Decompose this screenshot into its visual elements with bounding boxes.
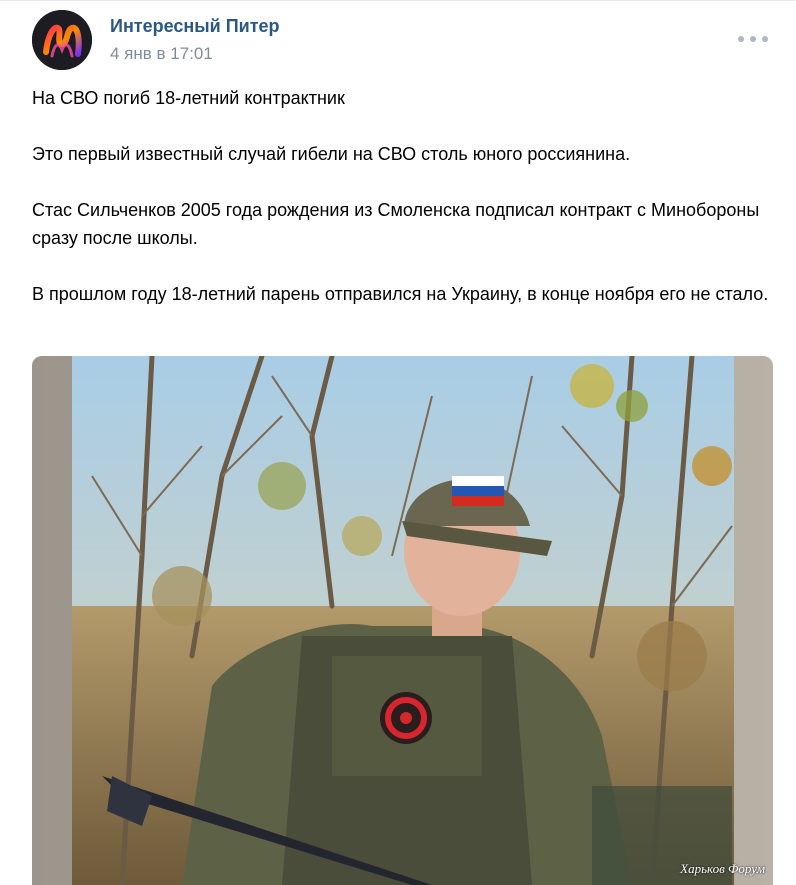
author-name-link[interactable]: Интересный Питер bbox=[110, 16, 280, 37]
post-photo[interactable]: Харьков Форум bbox=[32, 356, 773, 885]
wall-post: Интересный Питер 4 янв в 17:01 На СВО по… bbox=[0, 0, 796, 885]
post-paragraph: Это первый известный случай гибели на СВ… bbox=[32, 144, 631, 164]
photo-watermark: Харьков Форум bbox=[680, 861, 765, 876]
more-horizontal-icon[interactable] bbox=[738, 28, 768, 50]
post-paragraph: На СВО погиб 18-летний контрактник bbox=[32, 88, 345, 108]
soldier-photo-illustration bbox=[32, 356, 773, 885]
post-text: На СВО погиб 18-летний контрактник Это п… bbox=[32, 84, 772, 308]
post-paragraph: Стас Сильченков 2005 года рождения из См… bbox=[32, 200, 760, 248]
community-avatar[interactable] bbox=[32, 10, 92, 70]
post-date[interactable]: 4 янв в 17:01 bbox=[110, 44, 213, 64]
post-paragraph: В прошлом году 18-летний парень отправил… bbox=[32, 284, 769, 304]
